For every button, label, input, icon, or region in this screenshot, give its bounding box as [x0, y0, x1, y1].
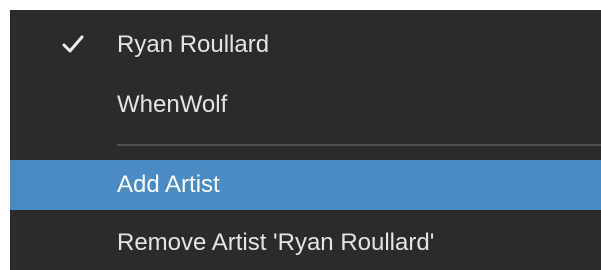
menu-item-ryan-roullard[interactable]: Ryan Roullard — [10, 20, 601, 70]
add-artist-menu-item[interactable]: Add Artist — [10, 160, 601, 210]
remove-artist-menu-item[interactable]: Remove Artist 'Ryan Roullard' — [10, 218, 601, 268]
checkmark-icon — [62, 35, 84, 53]
menu-item-label: WhenWolf — [117, 91, 228, 118]
menu-item-whenwolf[interactable]: WhenWolf — [10, 80, 601, 130]
menu-item-label: Ryan Roullard — [117, 31, 270, 58]
menu-item-label: Add Artist — [117, 171, 220, 198]
context-menu: Ryan Roullard WhenWolf Add Artist Remove… — [10, 10, 601, 270]
menu-item-label: Remove Artist 'Ryan Roullard' — [117, 229, 435, 256]
menu-separator — [117, 144, 601, 146]
